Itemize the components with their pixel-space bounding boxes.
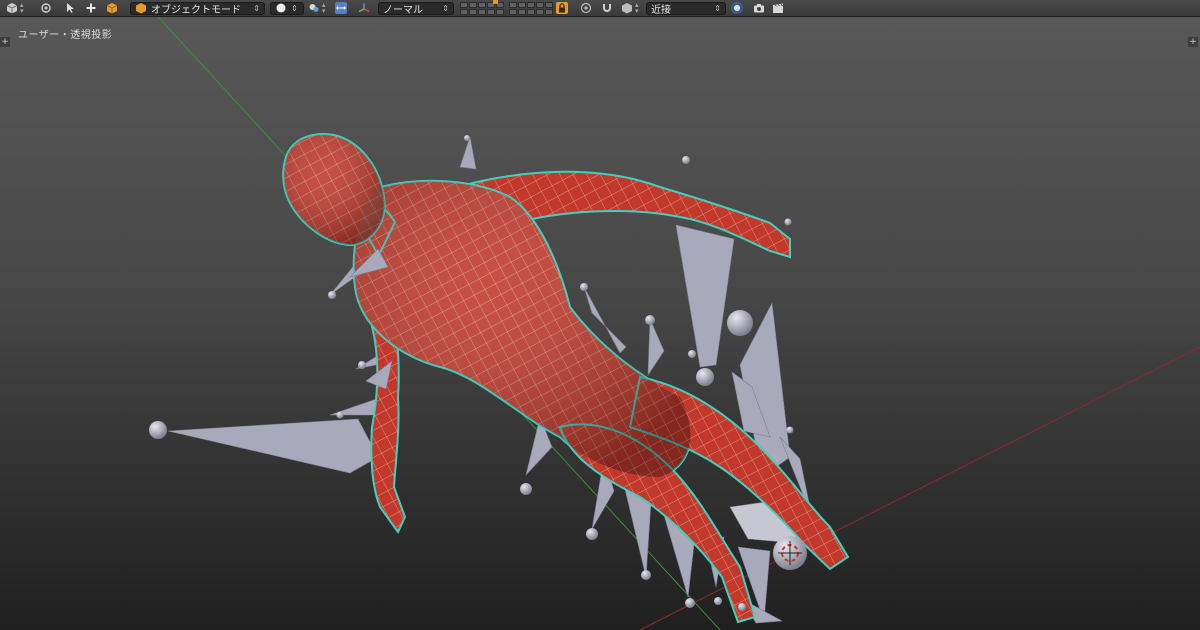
layer-button[interactable] [469,1,477,8]
opengl-render-button[interactable] [731,1,743,15]
origin-gizmo [773,536,807,570]
lock-scene-button[interactable] [556,1,568,15]
transform-orientation-toggle[interactable] [335,1,347,15]
layer-button[interactable] [469,8,477,15]
lock-icon [556,2,568,14]
snap-toggle-button[interactable] [601,1,613,15]
view-perspective-label: ユーザー・透視投影 [18,30,113,41]
chevron-updown-icon: ⇕ [714,3,721,13]
joint-knee [696,368,714,386]
proportional-icon [580,2,592,14]
mode-object-icon [135,2,147,14]
orientation-dropdown[interactable]: ノーマル ⇕ [378,1,454,16]
layer-button[interactable] [478,8,486,15]
snap-element-button[interactable]: ▴ ▾ [621,1,639,15]
add-button[interactable] [85,1,97,15]
chevron-updown-icon: ⇕ [442,3,449,13]
proportional-edit-button[interactable] [580,1,592,15]
snap-target-dropdown[interactable]: 近接 ⇕ [646,1,726,16]
orientation-label: ノーマル [383,4,423,16]
magnet-icon [601,2,613,14]
bone-right-arm [675,224,735,368]
cursor-icon [64,2,76,14]
3d-viewport[interactable]: ユーザー・透視投影 + + [0,17,1200,630]
render-still-icon [731,2,743,14]
chevron-updown-icon: ⇕ [253,3,260,13]
layer-button[interactable] [478,1,486,8]
chevron-updown-icon: ⇕ [291,3,298,13]
viewport-split-corner-left[interactable]: + [0,37,10,47]
layer-button[interactable] [536,8,544,15]
torso-mesh [352,179,692,479]
layer-button[interactable] [460,8,468,15]
snap-label: 近接 [651,4,671,16]
mode-label: オブジェクトモード [151,4,241,16]
layer-button[interactable] [527,8,535,15]
x-axis-line [639,346,1200,630]
layer-button[interactable] [527,1,535,8]
cube-icon [6,2,18,14]
manipulator-toggle-icon [335,2,347,14]
editor-type-button[interactable]: ▴ ▾ [6,1,24,15]
snap-element-icon [621,2,633,14]
viewport-split-corner-right[interactable]: + [1188,37,1198,47]
layer-button[interactable] [509,8,517,15]
joint-shoulder [727,310,753,336]
bone-knee-left [647,318,665,377]
layer-button[interactable] [545,8,553,15]
mode-dropdown[interactable]: オブジェクトモード ⇕ [130,1,265,16]
layer-grid-2[interactable] [509,1,553,15]
clapper-icon [772,2,784,14]
manipulator-icon [358,2,370,14]
layer-button[interactable] [536,1,544,8]
view-icon [40,2,52,14]
bone-head-tip [459,135,477,170]
head-mesh [282,133,386,247]
layer-button[interactable] [545,1,553,8]
layer-button[interactable] [496,8,504,15]
layer-button[interactable] [509,1,517,8]
camera-icon [753,2,765,14]
layer-button[interactable] [460,1,468,8]
manipulator-button[interactable] [358,1,370,15]
object-menu-button[interactable] [106,1,118,15]
joint-hand-end [149,421,167,439]
active-layer-marker [493,0,498,4]
render-image-button[interactable] [753,1,765,15]
chevron-updown-icon: ▴ ▾ [635,1,639,15]
render-animation-button[interactable] [772,1,784,15]
pivot-button[interactable]: ▴ ▾ [308,1,326,15]
orange-cube-icon [106,2,118,14]
layer-button[interactable] [487,8,495,15]
scene-render [149,17,1200,630]
solid-sphere-icon [275,2,287,14]
layer-button[interactable] [518,8,526,15]
chevron-updown-icon: ▴ ▾ [20,1,24,15]
shading-dropdown[interactable]: ⇕ [270,1,304,15]
view-menu-button[interactable] [40,1,52,15]
chevron-updown-icon: ▴ ▾ [322,1,326,15]
pivot-icon [308,2,320,14]
layer-button[interactable] [518,1,526,8]
header-toolbar: ▴ ▾ オブジェクトモード ⇕ ⇕ ▴ ▾ ノーマル ⇕ ▴ ▾ 近接 ⇕ [0,0,1200,17]
bone-left-hand [167,418,379,474]
plus-icon [85,2,97,14]
select-tool-button[interactable] [64,1,76,15]
